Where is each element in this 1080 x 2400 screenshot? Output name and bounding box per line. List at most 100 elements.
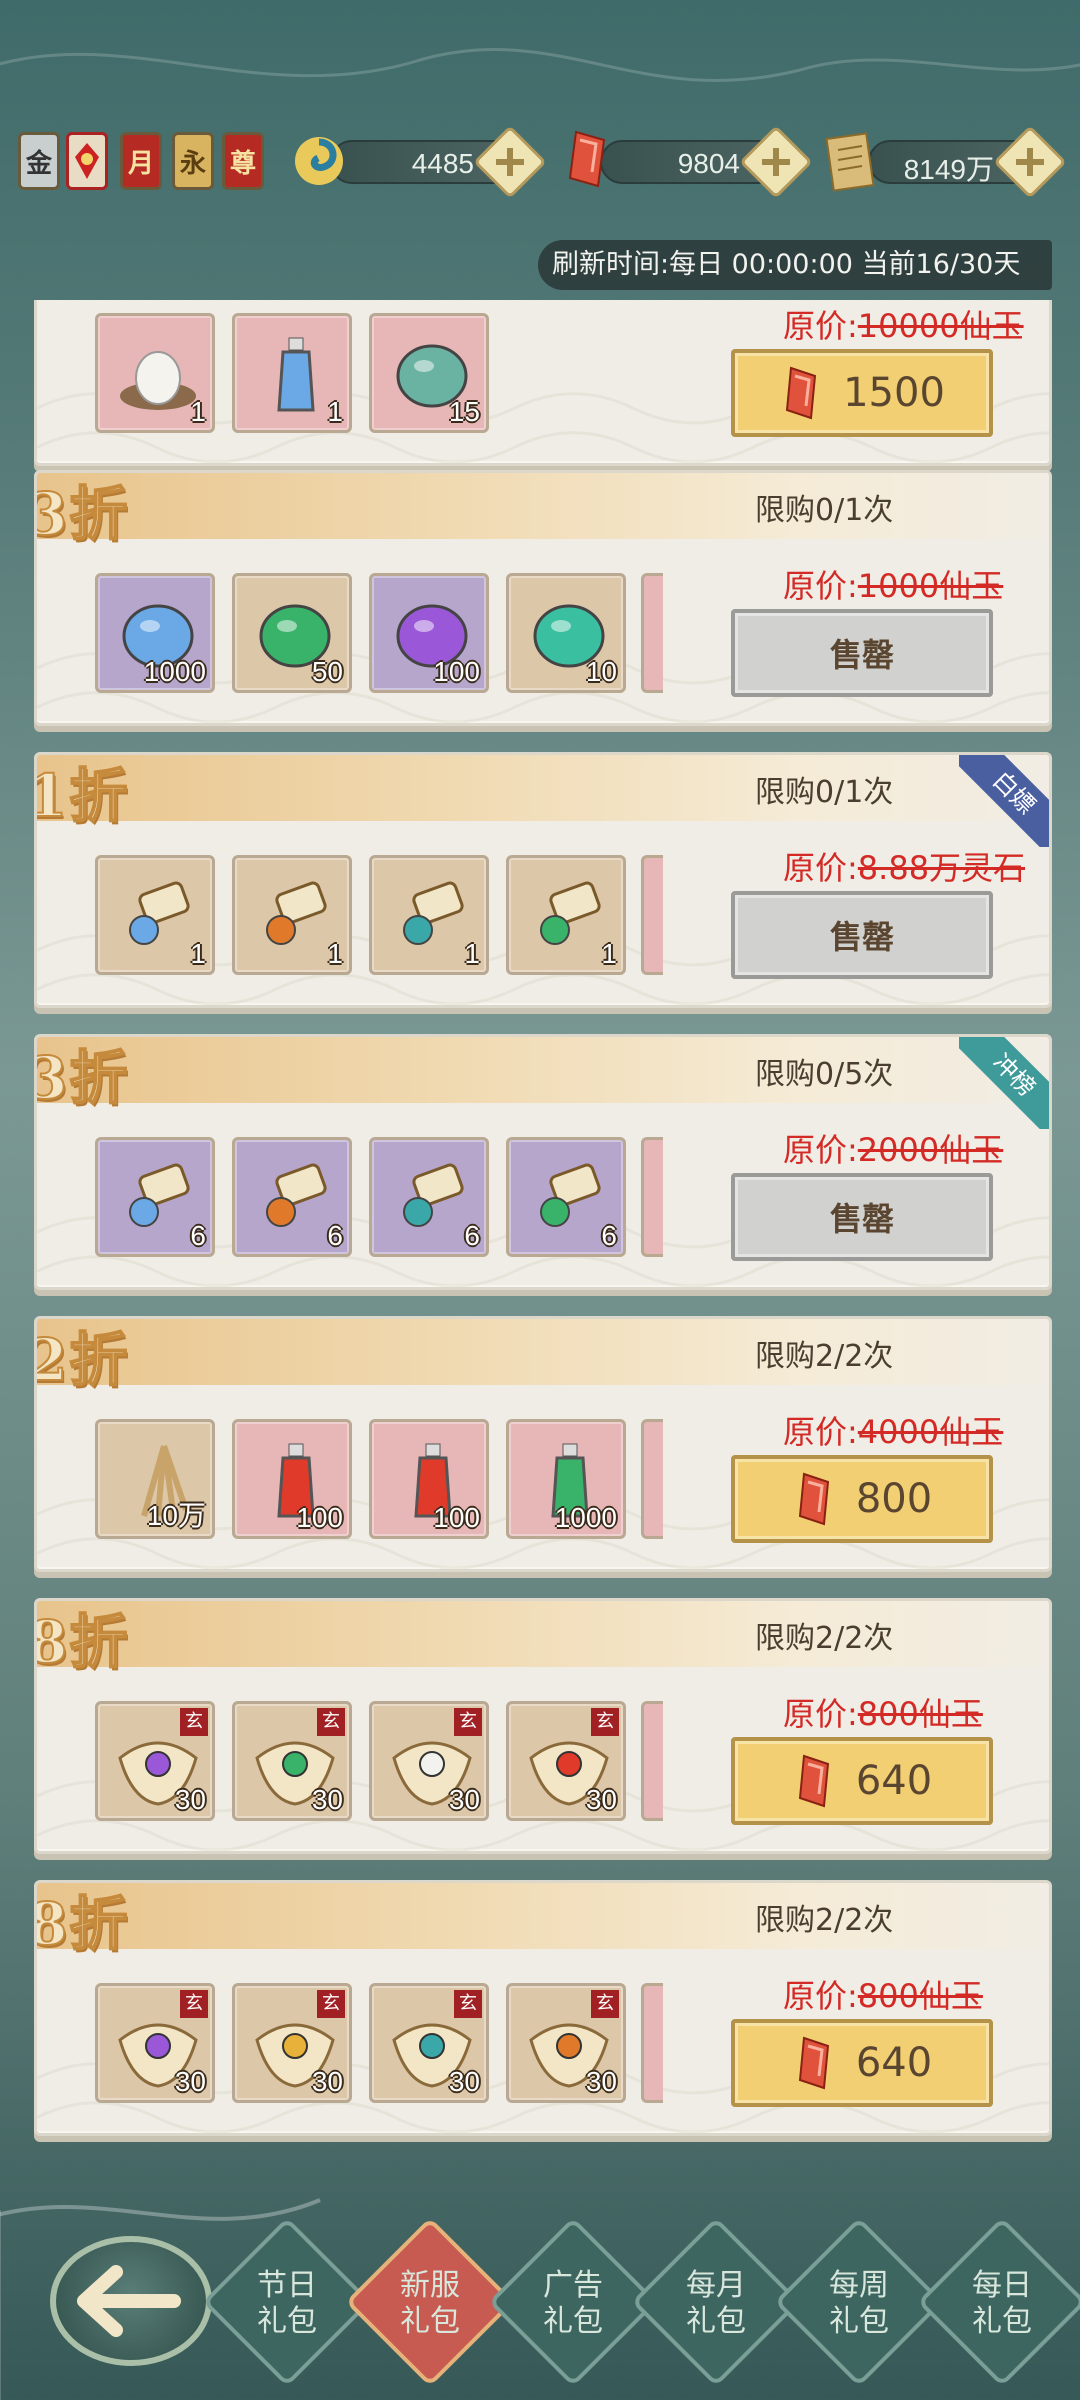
item-quantity: 100	[296, 1502, 343, 1533]
red-jade-icon	[798, 1472, 829, 1526]
buy-button[interactable]: 1500	[731, 349, 993, 437]
gift-pack-card: 8折 限购2/2次玄 30 玄 30 玄 30 玄 30 原价:800仙玉 640	[34, 1598, 1052, 1854]
more-items-peek[interactable]	[641, 855, 663, 975]
buy-button[interactable]: 800	[731, 1455, 993, 1543]
reward-item[interactable]: 玄 30	[506, 1701, 626, 1821]
reward-item[interactable]: 1	[95, 313, 215, 433]
original-price: 原价:800仙玉	[783, 1971, 983, 2017]
reward-item[interactable]: 15	[369, 313, 489, 433]
bottom-nav: 节日 礼包 新服 礼包 广告 礼包 每月 礼包 每周 礼包 每日 礼包	[0, 2200, 1080, 2400]
reward-item[interactable]: 6	[95, 1137, 215, 1257]
reward-item[interactable]: 100	[232, 1419, 352, 1539]
reward-item[interactable]: 玄 30	[232, 1983, 352, 2103]
sold-out-button[interactable]: 售罄	[731, 891, 993, 979]
add-jade-button[interactable]	[739, 125, 813, 199]
discount-label: 2折	[34, 1325, 130, 1395]
discount-label: 1折	[34, 761, 130, 831]
flower-badge-icon[interactable]	[66, 132, 108, 190]
original-price-label: 原价:	[783, 567, 858, 605]
spirit-swirl-icon	[295, 137, 343, 185]
permanent-card-badge[interactable]: 永	[172, 132, 214, 190]
sold-out-button[interactable]: 售罄	[731, 609, 993, 697]
original-price-label: 原价:	[783, 1131, 858, 1169]
purchase-limit: 限购2/2次	[755, 1621, 894, 1656]
sold-out-label: 售罄	[829, 636, 894, 674]
reward-item[interactable]: 玄 30	[369, 1701, 489, 1821]
reward-item[interactable]: 50	[232, 573, 352, 693]
reward-item[interactable]: 6	[232, 1137, 352, 1257]
grade-tag: 玄	[591, 1708, 619, 1736]
reward-item[interactable]: 玄 30	[95, 1983, 215, 2103]
original-price-value: 2000仙玉	[857, 1131, 1004, 1169]
reward-item[interactable]: 100	[369, 1419, 489, 1539]
add-spirit-button[interactable]	[473, 125, 547, 199]
reward-item[interactable]: 1	[95, 855, 215, 975]
item-quantity: 1	[601, 938, 617, 969]
reward-item[interactable]: 1000	[506, 1419, 626, 1539]
buy-button[interactable]: 640	[731, 1737, 993, 1825]
reward-item[interactable]: 1	[506, 855, 626, 975]
currency-bar: 金 月 永 尊 4485 9804 8149万	[0, 122, 1080, 202]
discount-label: 3折	[34, 1043, 130, 1113]
gift-pack-list[interactable]: 1 1 15 原价:10000仙玉 1500 3折 限购0/1次 1000 50 100 10 原价:…	[0, 300, 1080, 2150]
item-quantity: 30	[174, 1784, 206, 1815]
item-quantity: 100	[433, 1502, 480, 1533]
item-quantity: 1000	[554, 1502, 617, 1533]
back-button[interactable]	[50, 2236, 212, 2366]
jade-currency: 9804	[600, 125, 813, 199]
reward-item[interactable]: 1	[369, 855, 489, 975]
monthly-card-badge[interactable]: 月	[120, 132, 162, 190]
item-quantity: 1	[190, 396, 206, 427]
buy-price: 640	[855, 2040, 933, 2086]
red-jade-icon	[786, 366, 817, 420]
nav-tab-label: 每周 礼包	[829, 2268, 889, 2339]
more-items-peek[interactable]	[641, 1983, 663, 2103]
item-quantity: 100	[433, 656, 480, 687]
reward-item[interactable]: 玄 30	[232, 1701, 352, 1821]
original-price-value: 800仙玉	[857, 1695, 983, 1733]
discount-banner	[37, 1883, 1049, 1949]
sold-out-button[interactable]: 售罄	[731, 1173, 993, 1261]
reward-item[interactable]: 10	[506, 573, 626, 693]
purchase-limit: 限购0/5次	[755, 1057, 894, 1092]
discount-banner	[37, 1319, 1049, 1385]
ribbon-label: 冲榜	[959, 1037, 1049, 1129]
corner-ribbon: 冲榜	[959, 1037, 1049, 1129]
more-items-peek[interactable]	[641, 573, 663, 693]
original-price: 原价:8.88万灵石	[783, 843, 1025, 889]
grade-tag: 玄	[317, 1990, 345, 2018]
reward-item[interactable]: 10万	[95, 1419, 215, 1539]
reward-item[interactable]: 6	[506, 1137, 626, 1257]
item-quantity: 30	[448, 1784, 480, 1815]
gold-badge[interactable]: 金	[18, 132, 60, 190]
gift-pack-card: 1 1 15 原价:10000仙玉 1500	[34, 300, 1052, 466]
vip-badge[interactable]: 尊	[222, 132, 264, 190]
original-price-label: 原价:	[783, 307, 858, 345]
nav-tab-label: 每日 礼包	[972, 2268, 1032, 2339]
gift-pack-card: 8折 限购2/2次玄 30 玄 30 玄 30 玄 30 原价:800仙玉 640	[34, 1880, 1052, 2136]
more-items-peek[interactable]	[641, 1137, 663, 1257]
gift-pack-card: 3折 限购0/5次 冲榜 6 6 6 6 原价:2000仙玉 售罄	[34, 1034, 1052, 1290]
buy-price: 800	[855, 1476, 933, 1522]
reward-item[interactable]: 100	[369, 573, 489, 693]
reward-item[interactable]: 1	[232, 855, 352, 975]
buy-button[interactable]: 640	[731, 2019, 993, 2107]
item-quantity: 30	[311, 1784, 343, 1815]
reward-item[interactable]: 1000	[95, 573, 215, 693]
discount-banner	[37, 1601, 1049, 1667]
item-quantity: 30	[174, 2066, 206, 2097]
more-items-peek[interactable]	[641, 1419, 663, 1539]
reward-item[interactable]: 玄 30	[95, 1701, 215, 1821]
add-scroll-button[interactable]	[993, 125, 1067, 199]
reward-item[interactable]: 玄 30	[369, 1983, 489, 2103]
more-items-peek[interactable]	[641, 1701, 663, 1821]
item-row: 10万 100 100 1000	[95, 1419, 675, 1541]
item-row: 1 1 1 1	[95, 855, 675, 977]
item-row: 6 6 6 6	[95, 1137, 675, 1259]
discount-banner	[37, 755, 1049, 821]
reward-item[interactable]: 玄 30	[506, 1983, 626, 2103]
reward-item[interactable]: 1	[232, 313, 352, 433]
item-quantity: 10万	[146, 1500, 206, 1531]
red-jade-icon	[798, 2036, 829, 2090]
reward-item[interactable]: 6	[369, 1137, 489, 1257]
